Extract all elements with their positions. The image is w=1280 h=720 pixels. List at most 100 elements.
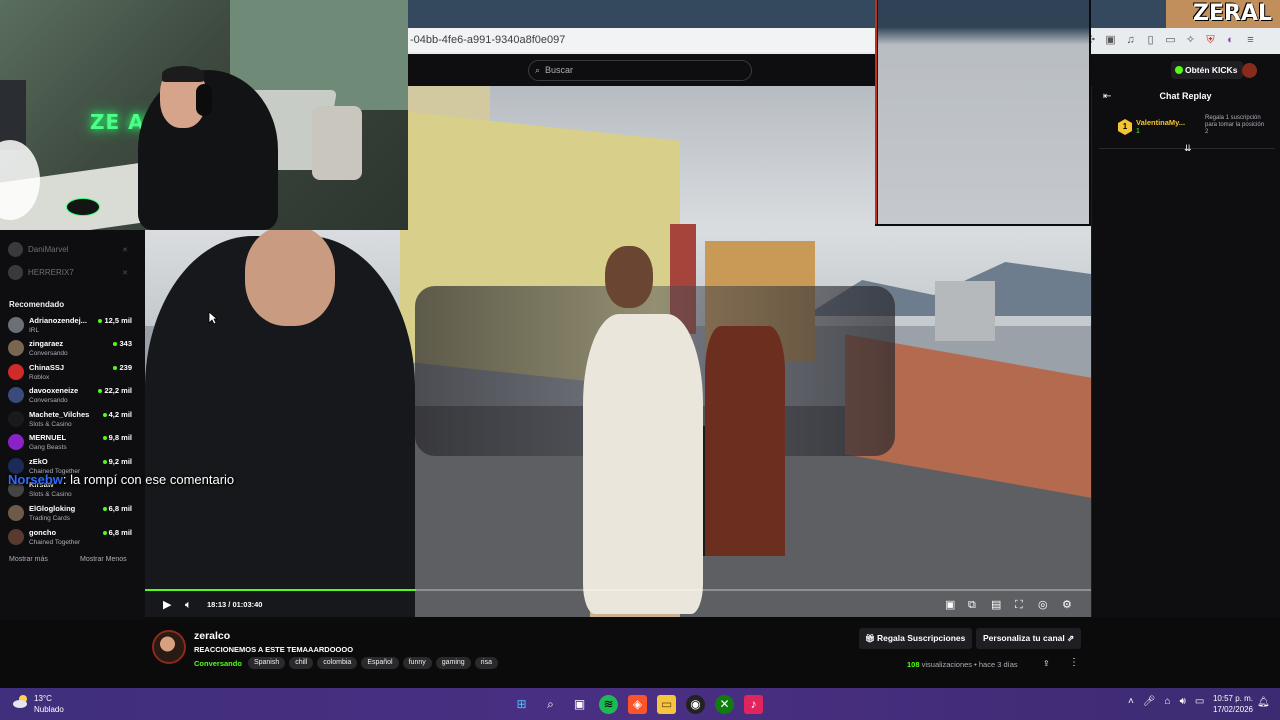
get-kicks-button[interactable]: Obtén KICKs <box>1171 61 1244 79</box>
clock-time[interactable]: 10:57 p. m. <box>1209 694 1253 703</box>
bell-off-icon[interactable]: ✕ <box>122 246 128 254</box>
user-avatar[interactable] <box>1242 63 1257 78</box>
sidebar-icon[interactable]: ▯ <box>1144 34 1157 47</box>
search-input[interactable]: ⌕ Buscar <box>528 60 752 81</box>
media-icon[interactable]: ▣ <box>1104 34 1117 47</box>
task-view-icon[interactable]: ▣ <box>570 695 589 714</box>
tiktok-icon[interactable]: ♪ <box>744 694 763 714</box>
stream-tag[interactable]: colombia <box>317 657 358 669</box>
customize-channel-button[interactable]: Personaliza tu canal ⇗ <box>976 628 1082 649</box>
time-total: 01:03:40 <box>232 600 263 609</box>
windows-start-icon[interactable]: ⊞ <box>512 695 531 714</box>
stream-title: REACCIONEMOS A ESTE TEMAAARDOOOO <box>194 645 354 654</box>
gift-icon: 🎁︎ <box>865 634 876 643</box>
embedded-window-border <box>875 224 1091 226</box>
channel-category: Slots & Casino <box>29 421 72 428</box>
notification-bell-icon[interactable]: 🔔︎ <box>1257 697 1270 708</box>
clip-icon[interactable]: ⧉ <box>968 596 976 614</box>
gift-count: 1 <box>1136 128 1140 135</box>
scroll-down-icon[interactable]: ⇊ <box>1184 143 1192 154</box>
sidebar-following-item[interactable]: HERRERIX7 ✕ <box>8 265 138 280</box>
channel-name[interactable]: zeralco <box>194 630 230 642</box>
channel-category: Roblox <box>29 374 50 381</box>
search-icon[interactable]: ⌕ <box>541 695 560 714</box>
views-count: 108 <box>907 660 920 669</box>
bell-off-icon[interactable]: ✕ <box>122 269 128 277</box>
channel-name: davooxeneize <box>29 386 79 395</box>
fullscreen-icon[interactable]: ⛶ <box>1015 596 1023 614</box>
avatar <box>8 364 24 380</box>
network-icon[interactable]: ⌂ <box>1165 696 1171 707</box>
volume-icon[interactable]: 🔈︎ <box>185 596 192 614</box>
live-dot-icon <box>102 413 107 418</box>
weather-desc: Nublado <box>34 705 64 714</box>
pip-icon[interactable]: ▣ <box>945 596 955 614</box>
more-options-icon[interactable]: ⋮ <box>1069 657 1079 668</box>
settings-gear-icon[interactable]: ⚙ <box>1062 596 1072 614</box>
sidebar-following-item[interactable]: DaniMarvel ✕ <box>8 242 138 257</box>
live-dot-icon <box>113 366 118 371</box>
search-icon: ⌕ <box>535 65 541 75</box>
stream-tag[interactable]: Spanish <box>247 657 286 669</box>
leo-icon[interactable]: ✧ <box>1184 34 1197 47</box>
stream-age: hace 3 días <box>978 660 1018 669</box>
viewer-count: 343 <box>113 339 132 348</box>
wallet-icon[interactable]: ▭ <box>1164 34 1177 47</box>
stream-category[interactable]: Conversando <box>194 659 242 668</box>
recommended-channel[interactable]: goncho Chained Together 6,8 mil <box>8 527 132 549</box>
playback-speed-icon[interactable]: ◎ <box>1038 596 1048 614</box>
recommended-channel[interactable]: Adrianozendej... IRL 12,5 mil <box>8 315 132 337</box>
weather-cloud-icon[interactable] <box>12 693 30 711</box>
channel-category: Gang Beasts <box>29 444 67 451</box>
recommended-channel[interactable]: zingaraez Conversando 343 <box>8 338 132 360</box>
theater-mode-icon[interactable]: ▤ <box>991 596 1001 614</box>
seek-bar[interactable] <box>145 589 1091 591</box>
brave-browser-icon[interactable]: ◈ <box>628 694 647 714</box>
clock-date[interactable]: 17/02/2026 <box>1203 705 1253 714</box>
gift-subs-button[interactable]: 🎁︎ Regala Suscripciones <box>859 628 973 649</box>
recommended-channel[interactable]: ElGlogloking Trading Cards 6,8 mil <box>8 503 132 525</box>
stream-tag[interactable]: risa <box>474 657 498 669</box>
recommended-channel[interactable]: ChinaSSJ Roblox 239 <box>8 362 132 384</box>
volume-icon[interactable]: 🔊︎ <box>1180 696 1186 707</box>
recommended-channel[interactable]: Machete_Vilches Slots & Casino 4,2 mil <box>8 409 132 431</box>
stream-tag[interactable]: gaming <box>435 657 471 669</box>
channel-name: Adrianozendej... <box>29 316 87 325</box>
show-less-button[interactable]: Mostrar Menos <box>80 556 127 563</box>
stream-tag[interactable]: chill <box>289 657 314 669</box>
play-icon[interactable]: ▶ <box>163 596 171 614</box>
search-placeholder: Buscar <box>545 65 574 75</box>
music-icon[interactable]: ♫ <box>1124 34 1137 47</box>
profile-icon[interactable]: ◐ <box>1224 34 1237 47</box>
live-dot-icon <box>98 319 103 324</box>
recommended-channel[interactable]: davooxeneize Conversando 22,2 mil <box>8 385 132 407</box>
stream-tag[interactable]: Español <box>361 657 399 669</box>
avatar <box>8 242 23 257</box>
webcam-mouse <box>66 198 100 216</box>
menu-icon[interactable]: ≡ <box>1244 34 1257 47</box>
spotify-icon[interactable]: ≋ <box>599 694 618 714</box>
viewer-count-text: 9,2 mil <box>108 457 132 466</box>
webcam-overlay: ZE AL <box>0 0 408 230</box>
chevron-up-icon[interactable]: ˄ <box>1128 696 1134 707</box>
file-explorer-icon[interactable]: ▭ <box>657 694 676 714</box>
address-bar[interactable]: -04bb-4fe6-a991-9340a8f0e097 <box>408 28 878 52</box>
gift-subs-label: Regala Suscripciones <box>877 633 966 643</box>
microphone-icon[interactable]: 🎤︎ <box>1143 696 1156 707</box>
rank-badge-icon: 1 <box>1118 119 1132 135</box>
recommended-channel[interactable]: MERNUEL Gang Beasts 9,8 mil <box>8 432 132 454</box>
show-more-button[interactable]: Mostrar más <box>9 556 48 563</box>
xbox-icon[interactable]: ✕ <box>715 694 734 714</box>
share-icon[interactable]: ⇪ <box>1043 659 1050 668</box>
viewer-count: 9,2 mil <box>102 457 132 466</box>
kicks-coin-icon <box>1175 66 1183 74</box>
obs-icon[interactable]: ◉ <box>686 694 705 714</box>
avatar <box>8 265 23 280</box>
following-name: HERRERIX7 <box>28 268 74 277</box>
avatar <box>8 505 24 521</box>
stream-tag[interactable]: funny <box>402 657 432 669</box>
vpn-icon[interactable]: ⛨ <box>1204 34 1217 47</box>
viewer-count-text: 9,8 mil <box>108 433 132 442</box>
time-display: 18:13 / 01:03:40 <box>207 600 263 609</box>
channel-avatar[interactable] <box>152 630 186 664</box>
